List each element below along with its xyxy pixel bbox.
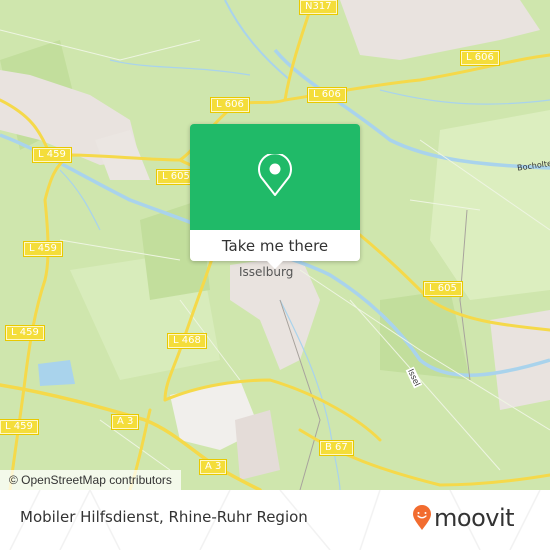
moovit-pin-icon xyxy=(413,505,431,530)
road-shield-l459: L 459 xyxy=(6,326,44,340)
map-pin-icon xyxy=(258,154,292,196)
moovit-wordmark: moovit xyxy=(434,504,515,532)
popup-pointer xyxy=(266,260,284,269)
road-shield-a3: A 3 xyxy=(112,415,139,429)
map-view[interactable]: N317 L 606 L 606 L 606 L 459 L 605 L 459… xyxy=(0,0,550,490)
road-shield-l606: L 606 xyxy=(308,88,346,102)
road-shield-l606: L 606 xyxy=(461,51,499,65)
road-shield-l459: L 459 xyxy=(0,420,38,434)
destination-popup: Take me there xyxy=(190,124,360,269)
map-attribution[interactable]: © OpenStreetMap contributors xyxy=(0,470,181,490)
road-shield-l605: L 605 xyxy=(424,282,462,296)
road-shield-l468: L 468 xyxy=(168,334,206,348)
road-shield-l459: L 459 xyxy=(24,242,62,256)
road-shield-a3: A 3 xyxy=(200,460,227,474)
road-shield-b67: B 67 xyxy=(320,441,353,455)
take-me-there-button[interactable]: Take me there xyxy=(190,230,360,261)
road-shield-l459: L 459 xyxy=(33,148,71,162)
place-title: Mobiler Hilfsdienst, Rhine-Ruhr Region xyxy=(20,508,308,526)
moovit-logo[interactable]: moovit xyxy=(412,504,515,532)
lake xyxy=(38,360,75,386)
road-shield-n317: N317 xyxy=(300,0,337,14)
popup-header xyxy=(190,124,360,230)
road-shield-l606: L 606 xyxy=(211,98,249,112)
